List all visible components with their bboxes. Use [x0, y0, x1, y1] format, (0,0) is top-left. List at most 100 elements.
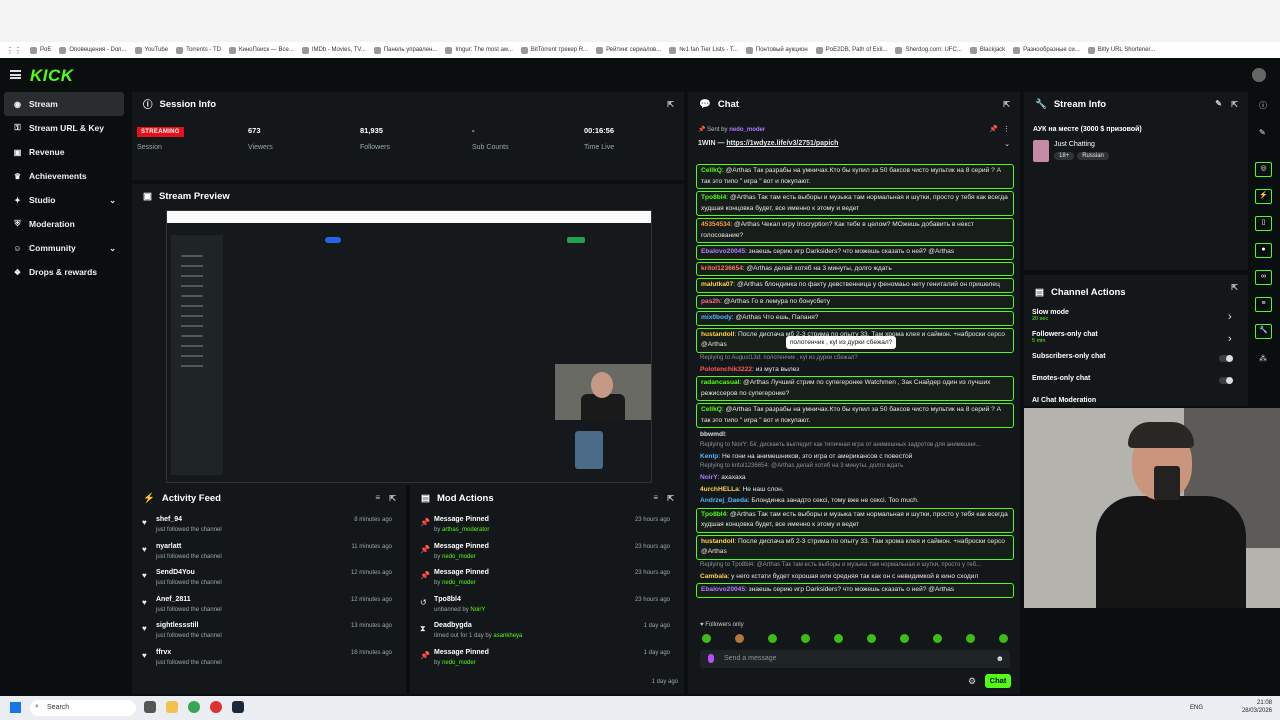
chat-username[interactable]: NoirY	[700, 474, 718, 481]
chrome-icon[interactable]	[188, 701, 200, 713]
stream-preview-video[interactable]	[166, 210, 652, 483]
popout-icon[interactable]: ⇱	[1231, 283, 1238, 292]
activity-user[interactable]: ffrvx	[156, 649, 171, 656]
chat-message[interactable]: Tpo8bl4: @Arthas Так там есть выборы и м…	[696, 191, 1014, 216]
chat-message[interactable]: kritol1236654: @Arthas делай хотяб на 3 …	[696, 261, 1014, 276]
sidebar-item-revenue[interactable]: ▣ Revenue	[0, 140, 128, 164]
windows-start-icon[interactable]	[10, 702, 21, 713]
bookmark[interactable]: Blackjack	[969, 46, 1005, 54]
sidebar-item-community[interactable]: ☺ Community ⌄	[0, 236, 128, 260]
tag[interactable]: Russian	[1077, 152, 1109, 160]
emote-icon[interactable]	[867, 634, 876, 643]
stream-category[interactable]: Just Chatting	[1054, 141, 1095, 148]
unpin-icon[interactable]: 📌	[989, 125, 998, 133]
app-icon[interactable]	[210, 701, 222, 713]
bookmark[interactable]: Панель управлен...	[373, 46, 437, 54]
activity-user[interactable]: SendD4You	[156, 569, 195, 576]
emoji-icon[interactable]: ☻	[996, 654, 1004, 663]
bookmark[interactable]: PoE	[30, 46, 51, 54]
steam-icon[interactable]	[232, 701, 244, 713]
mod-action-user[interactable]: nedo_moder	[442, 660, 476, 666]
popout-icon[interactable]: ⇱	[389, 494, 396, 503]
popout-icon[interactable]: ⇱	[667, 494, 674, 503]
bookmark[interactable]: Sherdog.com: UFC...	[895, 46, 962, 54]
sidebar-item-drops-rewards[interactable]: ❖ Drops & rewards	[0, 260, 128, 284]
task-view-icon[interactable]	[144, 701, 156, 713]
chat-message[interactable]: 4urchHELLa: Не наш слон.	[696, 485, 1014, 496]
rail-button-chat-icon[interactable]: ●	[1255, 243, 1272, 258]
bookmark[interactable]: Понтовый аукцион	[745, 46, 808, 54]
activity-user[interactable]: shef_94	[156, 516, 182, 523]
bookmark[interactable]: №1 fan Tier Lists - T...	[669, 46, 738, 54]
chat-username[interactable]: Ebalovo20045	[701, 586, 745, 593]
chat-username[interactable]: CellkQ	[701, 406, 722, 413]
chat-message[interactable]: Kenlp: Не гони на анимешников, это игра …	[696, 452, 1014, 463]
chat-message[interactable]: Andrzej_Daeda: Блондинка занадто сексі, …	[696, 496, 1014, 507]
file-explorer-icon[interactable]	[166, 701, 178, 713]
mod-action-user[interactable]: nedo_moder	[442, 554, 476, 560]
bookmark[interactable]: Torrents - TD	[176, 46, 221, 54]
gear-icon[interactable]: ⚙	[968, 676, 976, 687]
emote-icon[interactable]	[702, 634, 711, 643]
language-indicator[interactable]: ENG	[1190, 705, 1203, 711]
filter-icon[interactable]: ≡	[653, 493, 658, 502]
channel-action-followers-only-chat[interactable]: Followers-only chat 5 min	[1032, 331, 1098, 344]
chevron-down-icon[interactable]: ⌄	[109, 244, 116, 253]
chat-username[interactable]: 4urchHELLa	[700, 486, 739, 493]
chat-message[interactable]: Ebalovo20045: знаешь серию игр Darksider…	[696, 583, 1014, 598]
activity-user[interactable]: nyarlatt	[156, 543, 181, 550]
chat-send-button[interactable]: Chat	[985, 674, 1011, 688]
chat-username[interactable]: kritol1236654	[701, 265, 743, 272]
chat-message[interactable]: Cambala: у него кстати будет хорошая или…	[696, 572, 1014, 583]
bookmark[interactable]: Imgur: The most aw...	[445, 46, 513, 54]
sidebar-item-studio[interactable]: ✦ Studio ⌄	[0, 188, 128, 212]
chat-message[interactable]: NoirY: ахахаха	[696, 473, 1014, 484]
chat-input[interactable]: Send a message ☻	[700, 650, 1010, 668]
mod-action-user[interactable]: asankheya	[493, 633, 522, 639]
chat-message[interactable]: mix0body: @Arthas Что ешь, Папаня?	[696, 311, 1014, 326]
rail-button-doc-icon[interactable]: ▯	[1255, 216, 1272, 231]
rail-button-list-icon[interactable]: ≡	[1255, 297, 1272, 312]
chat-message[interactable]: 45354534: @Arthas Чекал игру Inscryption…	[696, 218, 1014, 243]
bookmark[interactable]: Разнообразные си...	[1013, 46, 1080, 54]
apps-icon[interactable]: ⋮⋮	[6, 46, 22, 55]
chat-username[interactable]: Kenlp	[700, 453, 718, 460]
pinned-link[interactable]: https://1wdyze.life/v3/2751/papich	[726, 140, 838, 147]
mod-action-user[interactable]: NoirY	[470, 607, 485, 613]
rail-button-camera-icon[interactable]: ◎	[1255, 162, 1272, 177]
filter-icon[interactable]: ≡	[375, 493, 380, 502]
pinned-message[interactable]: 📌 Sent by nedo_moder 1WIN — https://1wdy…	[692, 122, 1016, 160]
chat-username[interactable]: Polotenchik3222	[700, 366, 752, 373]
taskbar-search[interactable]: ⌕ Search	[30, 700, 136, 716]
chevron-down-icon[interactable]: ⌄	[1004, 140, 1010, 148]
pencil-icon[interactable]: ✎	[1259, 128, 1266, 137]
chat-message[interactable]: Polotenchik3222: из мута вылез	[696, 365, 1014, 376]
info-icon[interactable]: ⓘ	[1259, 100, 1267, 111]
chat-username[interactable]: Tpo8bl4	[701, 511, 726, 518]
chat-username[interactable]: hustandoll	[701, 538, 734, 545]
bookmark[interactable]: YouTube	[134, 46, 168, 54]
bookmark[interactable]: PoE2DB, Path of Exil...	[815, 46, 887, 54]
chevron-right-icon[interactable]: ›	[1228, 333, 1232, 345]
sidebar-item-achievements[interactable]: ♛ Achievements	[0, 164, 128, 188]
chat-username[interactable]: Tpo8bl4	[701, 194, 726, 201]
popout-icon[interactable]: ⇱	[1003, 100, 1010, 109]
emote-icon[interactable]	[735, 634, 744, 643]
toggle-switch[interactable]	[1219, 355, 1233, 362]
mod-action-user[interactable]: nedo_moder	[442, 580, 476, 586]
sidebar-item-stream-url-key[interactable]: ⚿ Stream URL & Key	[0, 116, 128, 140]
clock[interactable]: 21:08 28/03/2026	[1242, 699, 1272, 715]
emote-icon[interactable]	[768, 634, 777, 643]
channel-action-emotes-only-chat[interactable]: Emotes-only chat	[1032, 375, 1090, 382]
activity-user[interactable]: sightlessstill	[156, 622, 198, 629]
edit-icon[interactable]: ✎	[1215, 99, 1222, 108]
chat-username[interactable]: radancasual	[701, 379, 739, 386]
chat-message[interactable]: hustandoll: После диспача мб 2-3 стрима …	[696, 534, 1014, 560]
mic-icon[interactable]	[708, 654, 714, 663]
chat-username[interactable]: bbwmdl	[700, 431, 725, 438]
emote-icon[interactable]	[834, 634, 843, 643]
kick-logo[interactable]: KICK	[30, 66, 74, 86]
popout-icon[interactable]: ⇱	[1231, 100, 1238, 109]
sidebar-item-moderation[interactable]: ⛨ Moderation	[0, 212, 128, 236]
chat-message[interactable]: bbwmdl:	[696, 430, 1014, 441]
